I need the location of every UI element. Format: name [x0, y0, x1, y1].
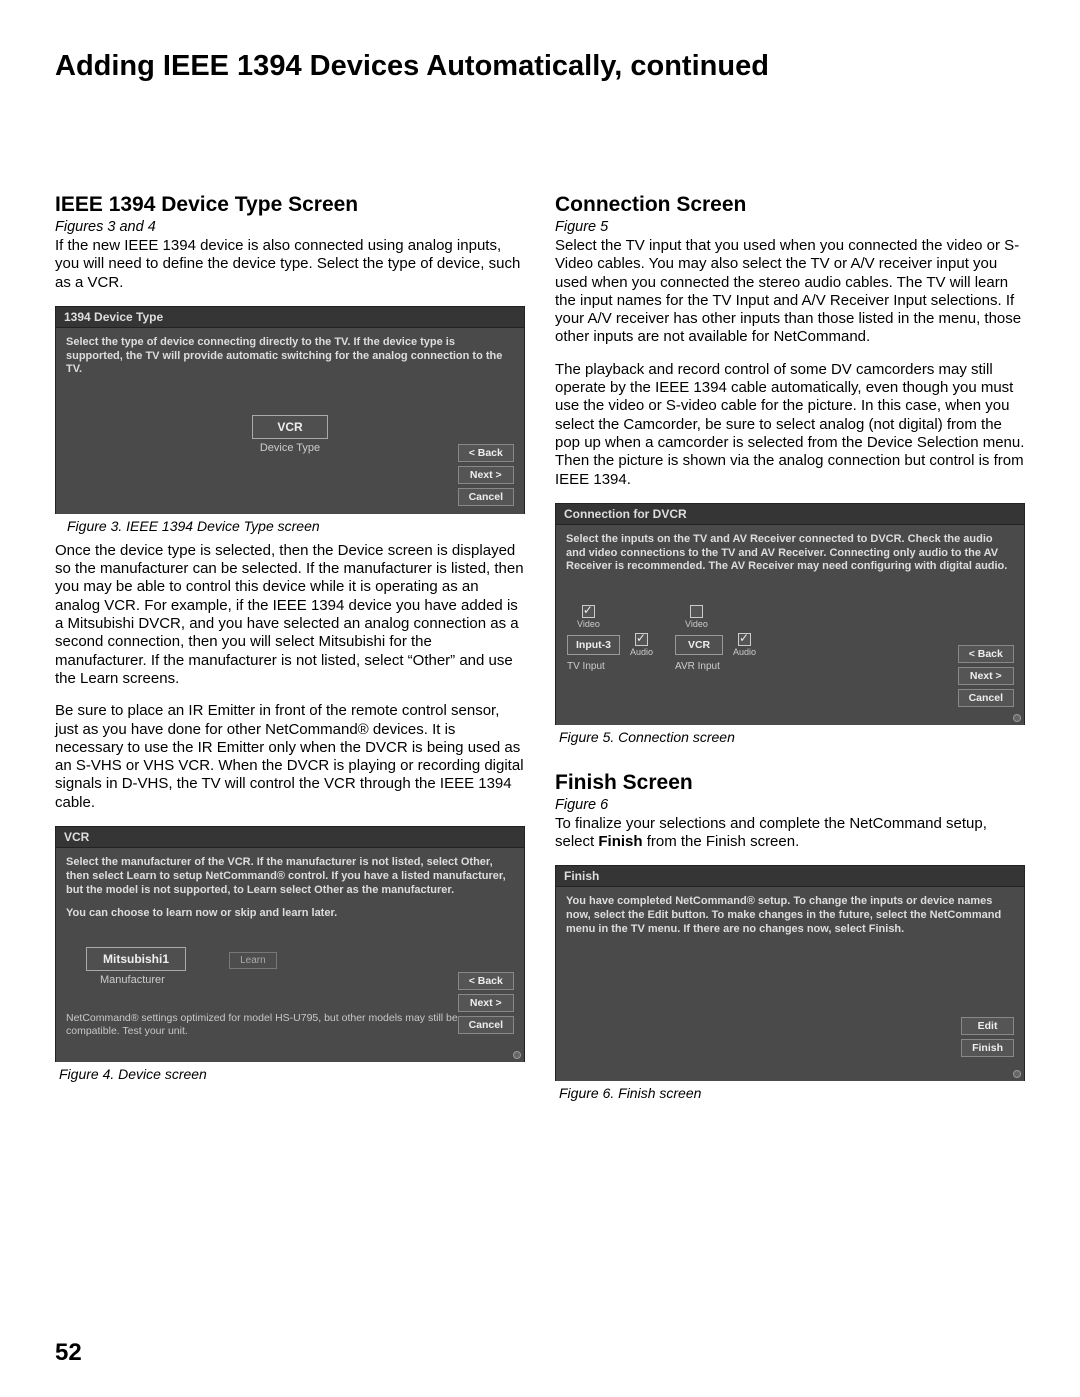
figure-reference: Figures 3 and 4	[55, 219, 525, 235]
optimization-note: NetCommand® settings optimized for model…	[66, 1012, 514, 1037]
cancel-button[interactable]: Cancel	[958, 689, 1014, 707]
check-label: Video	[685, 619, 708, 629]
avr-video-checkbox[interactable]	[690, 605, 703, 618]
next-button[interactable]: Next >	[958, 667, 1014, 685]
section-heading: Finish Screen	[555, 771, 1025, 795]
figure-caption: Figure 4. Device screen	[59, 1066, 525, 1082]
tv-input-group: Video Input-3 Audio TV Input	[566, 604, 654, 673]
figure-6-screenshot: Finish You have completed NetCommand® se…	[555, 865, 1025, 1081]
cancel-button[interactable]: Cancel	[458, 488, 514, 506]
paragraph: If the new IEEE 1394 device is also conn…	[55, 237, 525, 292]
paragraph: Be sure to place an IR Emitter in front …	[55, 702, 525, 812]
dialog-instruction: Select the inputs on the TV and AV Recei…	[566, 533, 1014, 574]
figure-caption: Figure 3. IEEE 1394 Device Type screen	[67, 518, 525, 534]
figure-reference: Figure 5	[555, 219, 1025, 235]
page-title: Adding IEEE 1394 Devices Automatically, …	[55, 50, 1025, 83]
manufacturer-select[interactable]: Mitsubishi1	[86, 947, 186, 971]
dialog-instruction: You have completed NetCommand® setup. To…	[566, 895, 1014, 936]
back-button[interactable]: < Back	[958, 645, 1014, 663]
paragraph: The playback and record control of some …	[555, 361, 1025, 489]
back-button[interactable]: < Back	[458, 444, 514, 462]
check-label: Audio	[630, 647, 653, 657]
paragraph: Once the device type is selected, then t…	[55, 542, 525, 688]
left-column: IEEE 1394 Device Type Screen Figures 3 a…	[55, 193, 525, 1109]
section-heading: Connection Screen	[555, 193, 1025, 217]
page-number: 52	[55, 1339, 82, 1367]
dialog-titlebar: VCR	[56, 827, 524, 848]
figure-reference: Figure 6	[555, 797, 1025, 813]
dialog-subtext: You can choose to learn now or skip and …	[66, 907, 514, 919]
back-button[interactable]: < Back	[458, 972, 514, 990]
group-label: AVR Input	[675, 661, 756, 672]
dialog-titlebar: Connection for DVCR	[556, 504, 1024, 525]
right-column: Connection Screen Figure 5 Select the TV…	[555, 193, 1025, 1109]
cancel-button[interactable]: Cancel	[458, 1016, 514, 1034]
paragraph: To finalize your selections and complete…	[555, 815, 1025, 852]
dialog-titlebar: Finish	[556, 866, 1024, 887]
figure-5-screenshot: Connection for DVCR Select the inputs on…	[555, 503, 1025, 725]
figure-4-screenshot: VCR Select the manufacturer of the VCR. …	[55, 826, 525, 1062]
corner-indicator-icon	[513, 1051, 521, 1059]
tv-video-checkbox[interactable]	[582, 605, 595, 618]
figure-caption: Figure 5. Connection screen	[559, 729, 1025, 745]
avr-input-group: Video VCR Audio AVR Input	[674, 604, 757, 673]
select-label: Device Type	[66, 442, 514, 454]
learn-button[interactable]: Learn	[229, 952, 277, 969]
device-type-select[interactable]: VCR	[252, 415, 327, 439]
figure-caption: Figure 6. Finish screen	[559, 1085, 1025, 1101]
group-label: TV Input	[567, 661, 653, 672]
next-button[interactable]: Next >	[458, 466, 514, 484]
corner-indicator-icon	[1013, 714, 1021, 722]
content-columns: IEEE 1394 Device Type Screen Figures 3 a…	[55, 193, 1025, 1109]
dialog-instruction: Select the type of device connecting dir…	[66, 336, 514, 377]
avr-audio-checkbox[interactable]	[738, 633, 751, 646]
edit-button[interactable]: Edit	[961, 1017, 1014, 1035]
check-label: Audio	[733, 647, 756, 657]
select-label: Manufacturer	[100, 974, 514, 986]
dialog-instruction: Select the manufacturer of the VCR. If t…	[66, 856, 514, 897]
next-button[interactable]: Next >	[458, 994, 514, 1012]
paragraph: Select the TV input that you used when y…	[555, 237, 1025, 347]
avr-input-select[interactable]: VCR	[675, 635, 723, 655]
check-label: Video	[577, 619, 600, 629]
dialog-titlebar: 1394 Device Type	[56, 307, 524, 328]
section-heading: IEEE 1394 Device Type Screen	[55, 193, 525, 217]
corner-indicator-icon	[1013, 1070, 1021, 1078]
tv-audio-checkbox[interactable]	[635, 633, 648, 646]
tv-input-select[interactable]: Input-3	[567, 635, 620, 655]
figure-3-screenshot: 1394 Device Type Select the type of devi…	[55, 306, 525, 514]
finish-button[interactable]: Finish	[961, 1039, 1014, 1057]
